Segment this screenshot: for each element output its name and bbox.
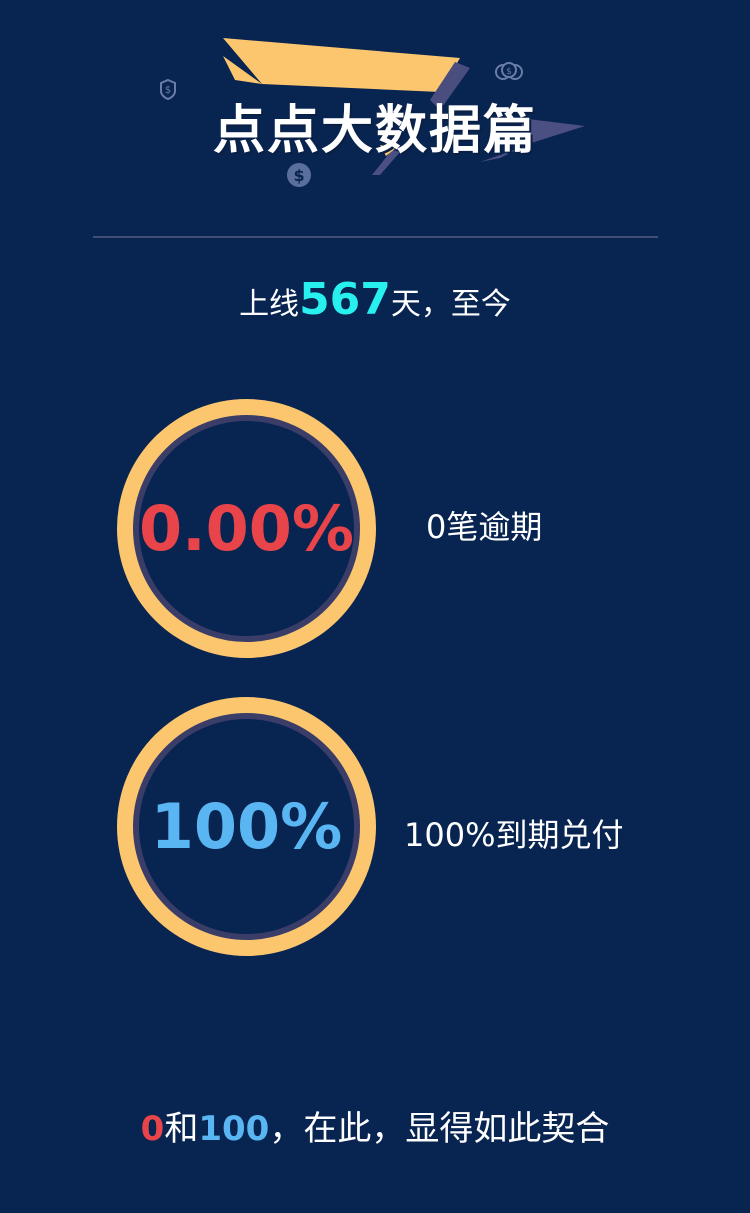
footer-zero: 0 [140, 1109, 165, 1149]
page-title: 点点大数据篇 [212, 101, 537, 161]
online-days: 567 [299, 274, 391, 325]
footer-rest: ，在此，显得如此契合 [269, 1109, 610, 1149]
overdue-rate-ring: 0.00% [117, 399, 376, 658]
payout-rate-value: 100% [150, 790, 343, 863]
online-suffix: 天，至今 [390, 287, 511, 322]
svg-text:$: $ [293, 166, 304, 185]
footer-slogan: 0和100，在此，显得如此契合 [0, 1104, 750, 1154]
online-prefix: 上线 [239, 287, 300, 322]
footer-hundred: 100 [198, 1109, 270, 1149]
online-duration: 上线567天，至今 [0, 270, 750, 335]
dollar-coin-icon: $ [287, 163, 311, 187]
overdue-caption: 0笔逾期 [426, 508, 543, 546]
banner-ribbon [223, 38, 460, 92]
svg-text:$: $ [506, 67, 512, 77]
payout-rate-ring: 100% [117, 697, 376, 956]
overdue-rate-value: 0.00% [138, 492, 355, 565]
money-bag-icon: $ [495, 62, 523, 80]
footer-and: 和 [164, 1109, 199, 1149]
payout-caption: 100%到期兑付 [404, 816, 624, 854]
divider [93, 236, 658, 238]
